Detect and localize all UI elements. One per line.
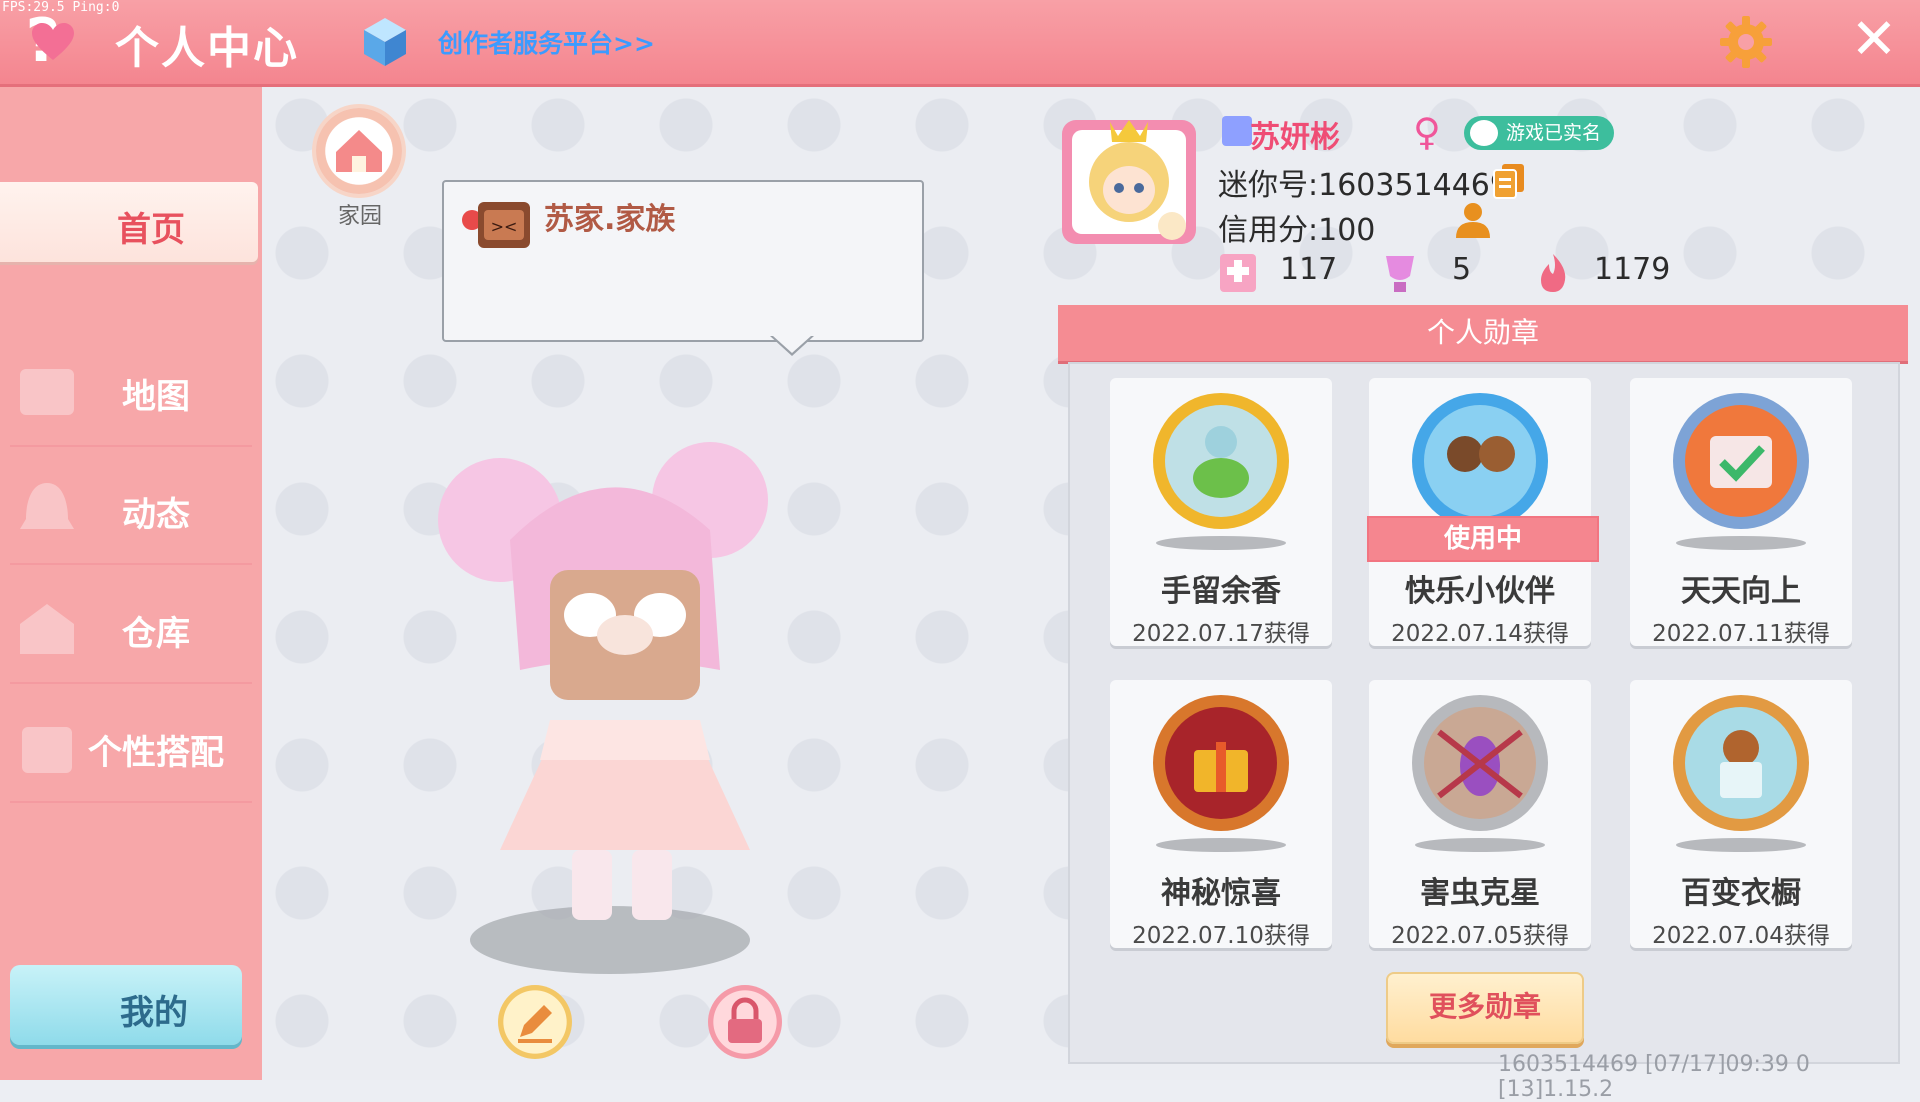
footer-info: 1603514469 [07/17]09:39 0 [13]1.15.2 xyxy=(1498,1052,1810,1102)
home-label: 家园 xyxy=(337,204,382,229)
sidebar-item-label: 个性搭配 xyxy=(88,733,224,773)
sidebar-item-label: 仓库 xyxy=(122,614,190,654)
medal-card[interactable]: 手留余香 2022.07.17获得 xyxy=(1110,378,1332,647)
gear-icon[interactable] xyxy=(1718,14,1774,70)
medal-date: 2022.07.05获得 xyxy=(1391,923,1569,949)
medal-date: 2022.07.11获得 xyxy=(1652,621,1830,647)
like-card-icon xyxy=(1220,254,1256,292)
page-title: 个人中心 xyxy=(115,23,299,74)
sidebar-item-label: 地图 xyxy=(122,377,190,417)
heart-icon xyxy=(32,23,74,60)
calendar-medal-icon xyxy=(1673,393,1809,529)
medal-name: 天天向上 xyxy=(1681,574,1801,609)
trophy-count: 5 xyxy=(1452,252,1472,287)
medal-card[interactable]: 百变衣橱 2022.07.04获得 xyxy=(1630,680,1852,949)
popularity-count: 1179 xyxy=(1594,252,1671,287)
medal-name: 快乐小伙伴 xyxy=(1405,574,1555,609)
mine-label: 我的 xyxy=(120,993,188,1033)
flame-icon xyxy=(1541,254,1566,292)
wardrobe-medal-icon xyxy=(1673,695,1809,831)
medal-name: 害虫克星 xyxy=(1420,876,1540,911)
clan-icon[interactable]: >< xyxy=(458,192,534,256)
medals-header: 个人勋章 xyxy=(1058,305,1908,361)
sidebar-item-style[interactable]: 个性搭配 xyxy=(0,693,262,803)
frog-medal-icon xyxy=(1153,393,1289,529)
home-garden-button[interactable] xyxy=(316,108,402,194)
medal-shadow xyxy=(1156,536,1286,550)
gift-medal-icon xyxy=(1153,695,1289,831)
divider xyxy=(10,445,252,447)
edit-button[interactable] xyxy=(498,985,572,1059)
cube-icon[interactable] xyxy=(362,16,408,68)
creator-platform-link[interactable]: 创作者服务平台>> xyxy=(438,24,655,60)
copy-icon[interactable] xyxy=(1492,162,1526,200)
divider xyxy=(10,801,252,803)
more-medals-button[interactable]: 更多勋章 xyxy=(1386,972,1584,1044)
female-icon: ♀ xyxy=(1413,110,1441,154)
house-icon xyxy=(336,130,382,172)
speech-tail-inner xyxy=(773,336,811,353)
person-icon[interactable] xyxy=(1452,200,1494,240)
medal-date: 2022.07.14获得 xyxy=(1391,621,1569,647)
divider xyxy=(10,563,252,565)
sidebar-item-label: 动态 xyxy=(122,495,190,535)
medal-shadow xyxy=(1415,838,1545,852)
player-avatar[interactable] xyxy=(410,420,810,980)
credit-score: 信用分:100 xyxy=(1218,213,1376,248)
medal-card[interactable]: 害虫克星 2022.07.05获得 xyxy=(1369,680,1591,949)
sidebar-item-map[interactable]: 地图 xyxy=(0,337,262,447)
medal-name: 手留余香 xyxy=(1161,574,1281,609)
divider xyxy=(10,682,252,684)
svg-text:><: >< xyxy=(491,217,518,236)
lock-icon xyxy=(728,997,762,1043)
medal-name: 神秘惊喜 xyxy=(1161,876,1281,911)
profile-avatar[interactable] xyxy=(1058,112,1200,250)
gender-badge-icon xyxy=(1222,116,1252,146)
verified-person-icon xyxy=(1470,120,1498,146)
mini-id: 迷你号:1603514469 xyxy=(1218,168,1509,203)
medal-card[interactable]: 神秘惊喜 2022.07.10获得 xyxy=(1110,680,1332,949)
sidebar-item-feed[interactable]: 动态 xyxy=(0,455,262,565)
lock-button[interactable] xyxy=(708,985,782,1059)
medal-shadow xyxy=(1676,536,1806,550)
medal-date: 2022.07.17获得 xyxy=(1132,621,1310,647)
pencil-icon xyxy=(518,1005,552,1043)
bug-medal-icon xyxy=(1412,695,1548,831)
user-name: 苏妍彬 xyxy=(1250,120,1340,155)
medal-shadow xyxy=(1156,838,1286,852)
sidebar-item-home[interactable]: 首页 xyxy=(0,182,262,292)
trophy-icon xyxy=(1386,256,1414,292)
friends-medal-icon xyxy=(1412,393,1548,529)
medal-date: 2022.07.10获得 xyxy=(1132,923,1310,949)
mine-button[interactable]: 我的 xyxy=(10,965,242,1045)
sidebar-item-label: 首页 xyxy=(117,210,185,250)
close-button[interactable]: ✕ xyxy=(1848,12,1900,68)
medal-name: 百变衣橱 xyxy=(1681,876,1801,911)
likes-count: 117 xyxy=(1280,252,1338,287)
in-use-badge: 使用中 xyxy=(1367,516,1599,562)
sidebar-item-storage[interactable]: 仓库 xyxy=(0,574,262,684)
clan-name: 苏家.家族 xyxy=(544,202,676,237)
medal-shadow xyxy=(1676,838,1806,852)
sidebar: 首页 地图 动态 仓库 个性搭配 xyxy=(0,87,262,1080)
medal-card[interactable]: 使用中 快乐小伙伴 2022.07.14获得 xyxy=(1367,378,1599,647)
medal-date: 2022.07.04获得 xyxy=(1652,923,1830,949)
medal-card[interactable]: 天天向上 2022.07.11获得 xyxy=(1630,378,1852,647)
